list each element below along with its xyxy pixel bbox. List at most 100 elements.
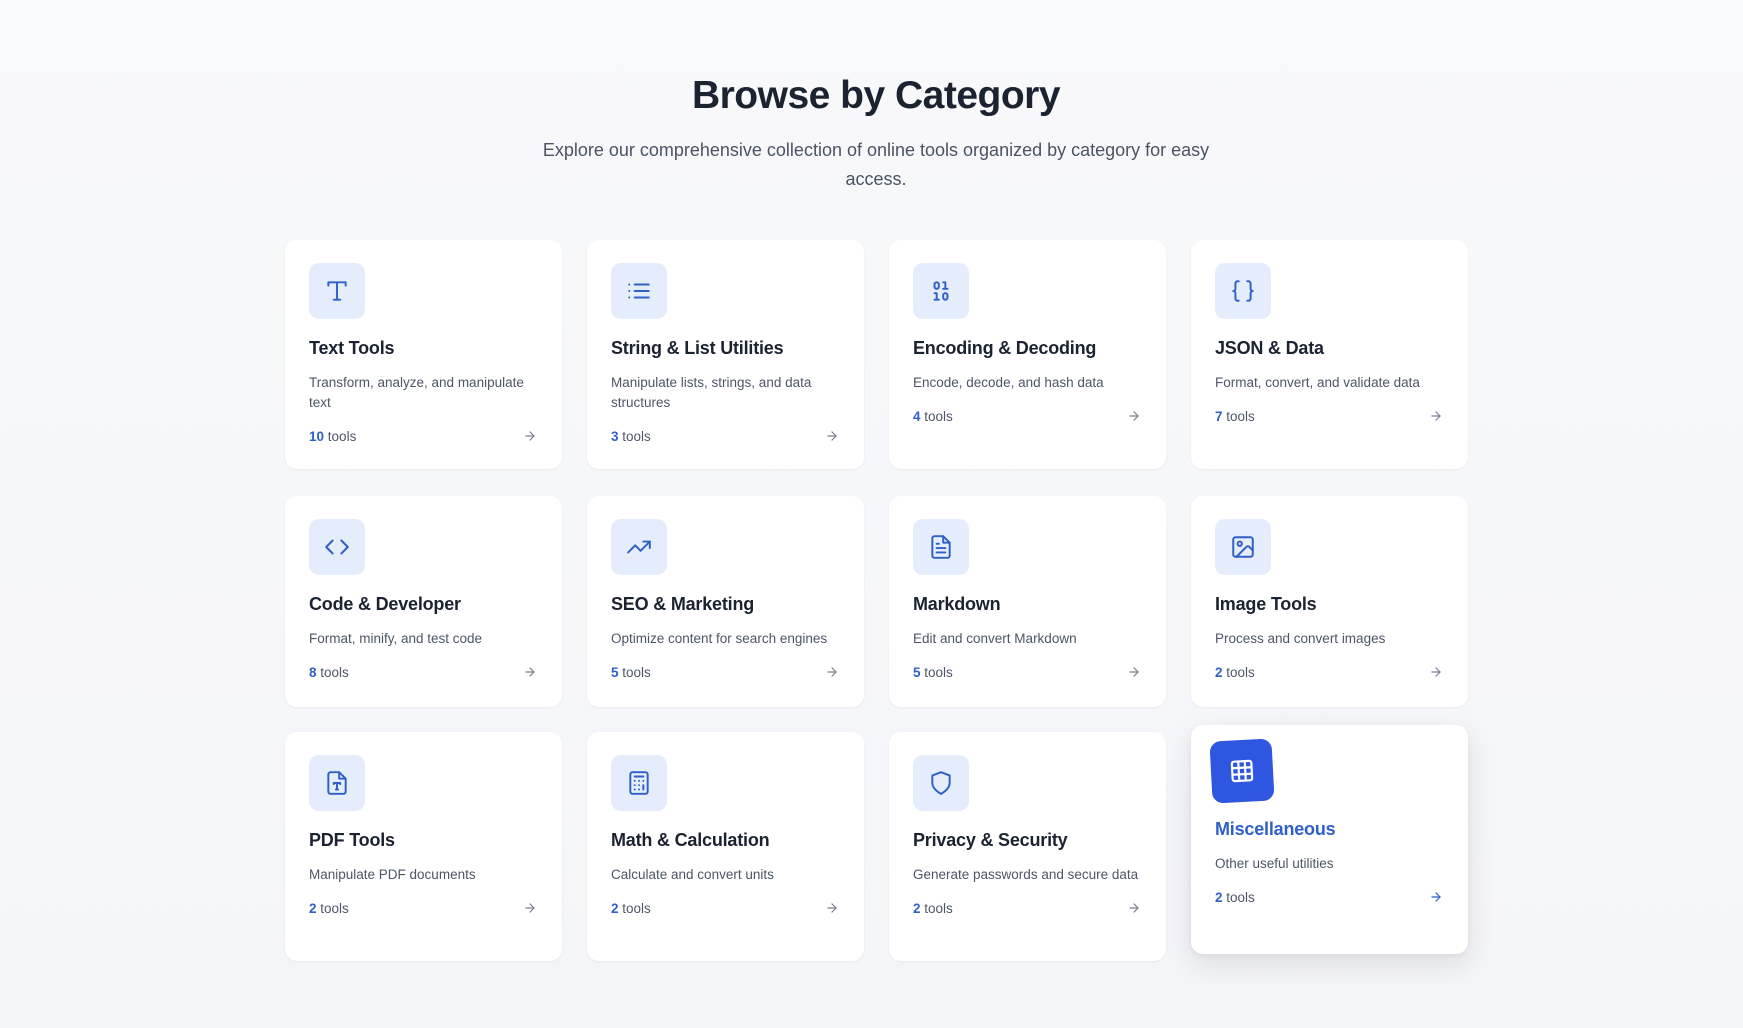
tool-count: 2 tools: [611, 901, 651, 916]
category-footer: 3 tools: [611, 428, 840, 444]
binary-icon: [913, 263, 969, 319]
trending-up-icon: [611, 519, 667, 575]
file-type-icon: [309, 755, 365, 811]
category-footer: 7 tools: [1215, 408, 1444, 424]
file-text-icon: [913, 519, 969, 575]
arrow-right-icon[interactable]: [824, 428, 840, 444]
category-footer: 2 tools: [1215, 664, 1444, 680]
tool-count-number: 2: [1215, 889, 1223, 905]
category-footer: 2 tools: [309, 900, 538, 916]
tool-count-unit: tools: [622, 664, 651, 680]
category-title: Miscellaneous: [1215, 819, 1336, 839]
category-description: Edit and convert Markdown: [913, 631, 1077, 646]
list-icon: [611, 263, 667, 319]
tool-count: 2 tools: [1215, 665, 1255, 680]
shield-icon: [913, 755, 969, 811]
code-icon: [309, 519, 365, 575]
category-card-seo-marketing[interactable]: SEO & Marketing Optimize content for sea…: [587, 496, 864, 707]
tool-count-number: 3: [611, 428, 619, 444]
tool-count: 2 tools: [1215, 890, 1255, 905]
arrow-right-icon[interactable]: [1428, 889, 1444, 905]
tool-count-unit: tools: [1226, 889, 1255, 905]
category-card-math-calculation[interactable]: Math & Calculation Calculate and convert…: [587, 732, 864, 961]
category-description: Manipulate PDF documents: [309, 867, 476, 882]
category-card-image-tools[interactable]: Image Tools Process and convert images 2…: [1191, 496, 1468, 707]
tool-count-number: 10: [309, 428, 325, 444]
arrow-right-icon[interactable]: [1126, 408, 1142, 424]
category-description: Optimize content for search engines: [611, 631, 828, 646]
tool-count-unit: tools: [622, 900, 651, 916]
category-footer: 10 tools: [309, 428, 538, 444]
tool-count: 8 tools: [309, 665, 349, 680]
arrow-right-icon[interactable]: [1126, 900, 1142, 916]
category-footer: 8 tools: [309, 664, 538, 680]
arrow-right-icon[interactable]: [1428, 664, 1444, 680]
tool-count-number: 7: [1215, 408, 1223, 424]
category-description: Manipulate lists, strings, and data stru…: [611, 375, 812, 410]
category-footer: 2 tools: [611, 900, 840, 916]
category-footer: 5 tools: [913, 664, 1142, 680]
tool-count: 5 tools: [611, 665, 651, 680]
category-card-encoding[interactable]: Encoding & Decoding Encode, decode, and …: [889, 240, 1166, 469]
tool-count-number: 4: [913, 408, 921, 424]
category-description: Process and convert images: [1215, 631, 1386, 646]
braces-icon: [1215, 263, 1271, 319]
category-title: Math & Calculation: [611, 830, 770, 850]
category-footer: 4 tools: [913, 408, 1142, 424]
tool-count-number: 2: [309, 900, 317, 916]
calculator-icon: [611, 755, 667, 811]
category-card-text-tools[interactable]: Text Tools Transform, analyze, and manip…: [285, 240, 562, 469]
category-description: Format, convert, and validate data: [1215, 375, 1420, 390]
category-card-string-list[interactable]: String & List Utilities Manipulate lists…: [587, 240, 864, 469]
category-card-privacy-security[interactable]: Privacy & Security Generate passwords an…: [889, 732, 1166, 961]
category-card-code-developer[interactable]: Code & Developer Format, minify, and tes…: [285, 496, 562, 707]
tool-count-unit: tools: [320, 900, 349, 916]
tool-count: 10 tools: [309, 429, 356, 444]
category-card-miscellaneous[interactable]: Miscellaneous Other useful utilities 2 t…: [1191, 725, 1468, 954]
category-description: Generate passwords and secure data: [913, 867, 1139, 882]
tool-count-unit: tools: [924, 408, 953, 424]
category-description: Calculate and convert units: [611, 867, 774, 882]
category-description: Encode, decode, and hash data: [913, 375, 1104, 390]
tool-count: 7 tools: [1215, 409, 1255, 424]
tool-count: 2 tools: [913, 901, 953, 916]
category-title: Encoding & Decoding: [913, 338, 1097, 358]
category-footer: 5 tools: [611, 664, 840, 680]
category-footer: 2 tools: [1215, 889, 1444, 905]
category-title: Privacy & Security: [913, 830, 1068, 850]
category-title: String & List Utilities: [611, 338, 784, 358]
category-title: SEO & Marketing: [611, 594, 755, 614]
category-title: JSON & Data: [1215, 338, 1324, 358]
tool-count-unit: tools: [327, 428, 357, 444]
section-title: Browse by Category: [691, 74, 1061, 117]
category-description: Other useful utilities: [1215, 856, 1334, 871]
section-subtitle: Explore our comprehensive collection of …: [542, 140, 1210, 189]
tool-count-number: 8: [309, 664, 317, 680]
tool-count: 2 tools: [309, 901, 349, 916]
arrow-right-icon[interactable]: [522, 428, 538, 444]
tool-count-number: 2: [913, 900, 921, 916]
tool-count-number: 2: [611, 900, 619, 916]
arrow-right-icon[interactable]: [522, 664, 538, 680]
category-card-markdown[interactable]: Markdown Edit and convert Markdown 5 too…: [889, 496, 1166, 707]
tool-count-number: 5: [913, 664, 921, 680]
tool-count: 5 tools: [913, 665, 953, 680]
category-title: PDF Tools: [309, 830, 395, 850]
arrow-right-icon[interactable]: [522, 900, 538, 916]
category-title: Image Tools: [1215, 594, 1317, 614]
grid-icon: [1209, 738, 1275, 804]
tool-count: 3 tools: [611, 429, 651, 444]
category-title: Text Tools: [309, 338, 395, 358]
category-card-pdf-tools[interactable]: PDF Tools Manipulate PDF documents 2 too…: [285, 732, 562, 961]
tool-count-unit: tools: [1226, 664, 1255, 680]
tool-count-unit: tools: [924, 664, 953, 680]
type-icon: [309, 263, 365, 319]
arrow-right-icon[interactable]: [824, 664, 840, 680]
image-icon: [1215, 519, 1271, 575]
tool-count-number: 5: [611, 664, 619, 680]
arrow-right-icon[interactable]: [1428, 408, 1444, 424]
category-description: Format, minify, and test code: [309, 631, 483, 646]
arrow-right-icon[interactable]: [1126, 664, 1142, 680]
arrow-right-icon[interactable]: [824, 900, 840, 916]
category-card-json-data[interactable]: JSON & Data Format, convert, and validat…: [1191, 240, 1468, 469]
